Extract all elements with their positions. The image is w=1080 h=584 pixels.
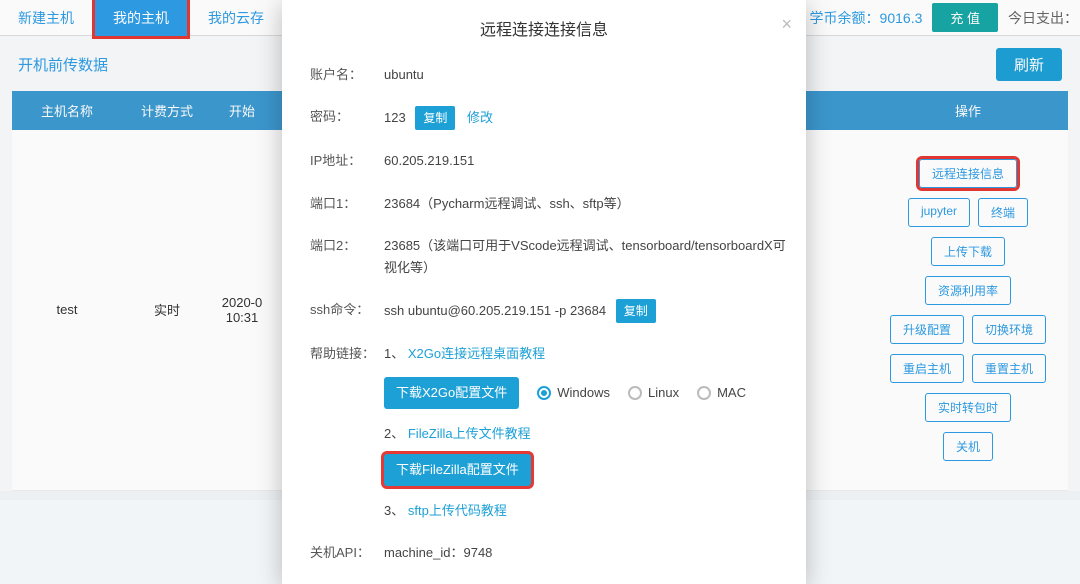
os-windows-radio[interactable]: Windows (537, 382, 610, 404)
port1-label: 端口1： (310, 193, 384, 212)
help-label: 帮助链接： (310, 343, 384, 362)
os-linux-radio[interactable]: Linux (628, 382, 679, 404)
help3-num: 3、 (384, 503, 404, 518)
filezilla-tutorial-link[interactable]: FileZilla上传文件教程 (408, 426, 531, 441)
ip-value: 60.205.219.151 (384, 150, 786, 172)
ip-label: IP地址： (310, 150, 384, 169)
ssh-value: ssh ubuntu@60.205.219.151 -p 23684 (384, 303, 606, 318)
port2-value: 23685（该端口可用于VScode远程调试、tensorboard/tenso… (384, 235, 786, 279)
copy-ssh-button[interactable]: 复制 (616, 299, 656, 323)
help2-num: 2、 (384, 426, 404, 441)
remote-info-modal: 远程连接连接信息 × 账户名： ubuntu 密码： 123 复制 修改 IP地… (282, 0, 806, 584)
x2go-tutorial-link[interactable]: X2Go连接远程桌面教程 (408, 346, 545, 361)
modal-title: 远程连接连接信息 × (282, 0, 806, 54)
port2-label: 端口2： (310, 235, 384, 254)
password-label: 密码： (310, 106, 384, 125)
account-label: 账户名： (310, 64, 384, 83)
os-mac-radio[interactable]: MAC (697, 382, 746, 404)
ssh-label: ssh命令： (310, 299, 384, 318)
shutdown-api-label: 关机API： (310, 542, 384, 561)
help1-num: 1、 (384, 346, 404, 361)
account-value: ubuntu (384, 64, 786, 86)
password-value: 123 (384, 110, 406, 125)
download-filezilla-button[interactable]: 下载FileZilla配置文件 (384, 454, 531, 486)
sftp-tutorial-link[interactable]: sftp上传代码教程 (408, 503, 507, 518)
close-icon[interactable]: × (781, 14, 792, 35)
download-x2go-button[interactable]: 下载X2Go配置文件 (384, 377, 519, 409)
copy-password-button[interactable]: 复制 (415, 106, 455, 130)
shutdown-api-value: machine_id：9748 (384, 542, 786, 564)
port1-value: 23684（Pycharm远程调试、ssh、sftp等） (384, 193, 786, 215)
modify-password-link[interactable]: 修改 (467, 110, 493, 125)
